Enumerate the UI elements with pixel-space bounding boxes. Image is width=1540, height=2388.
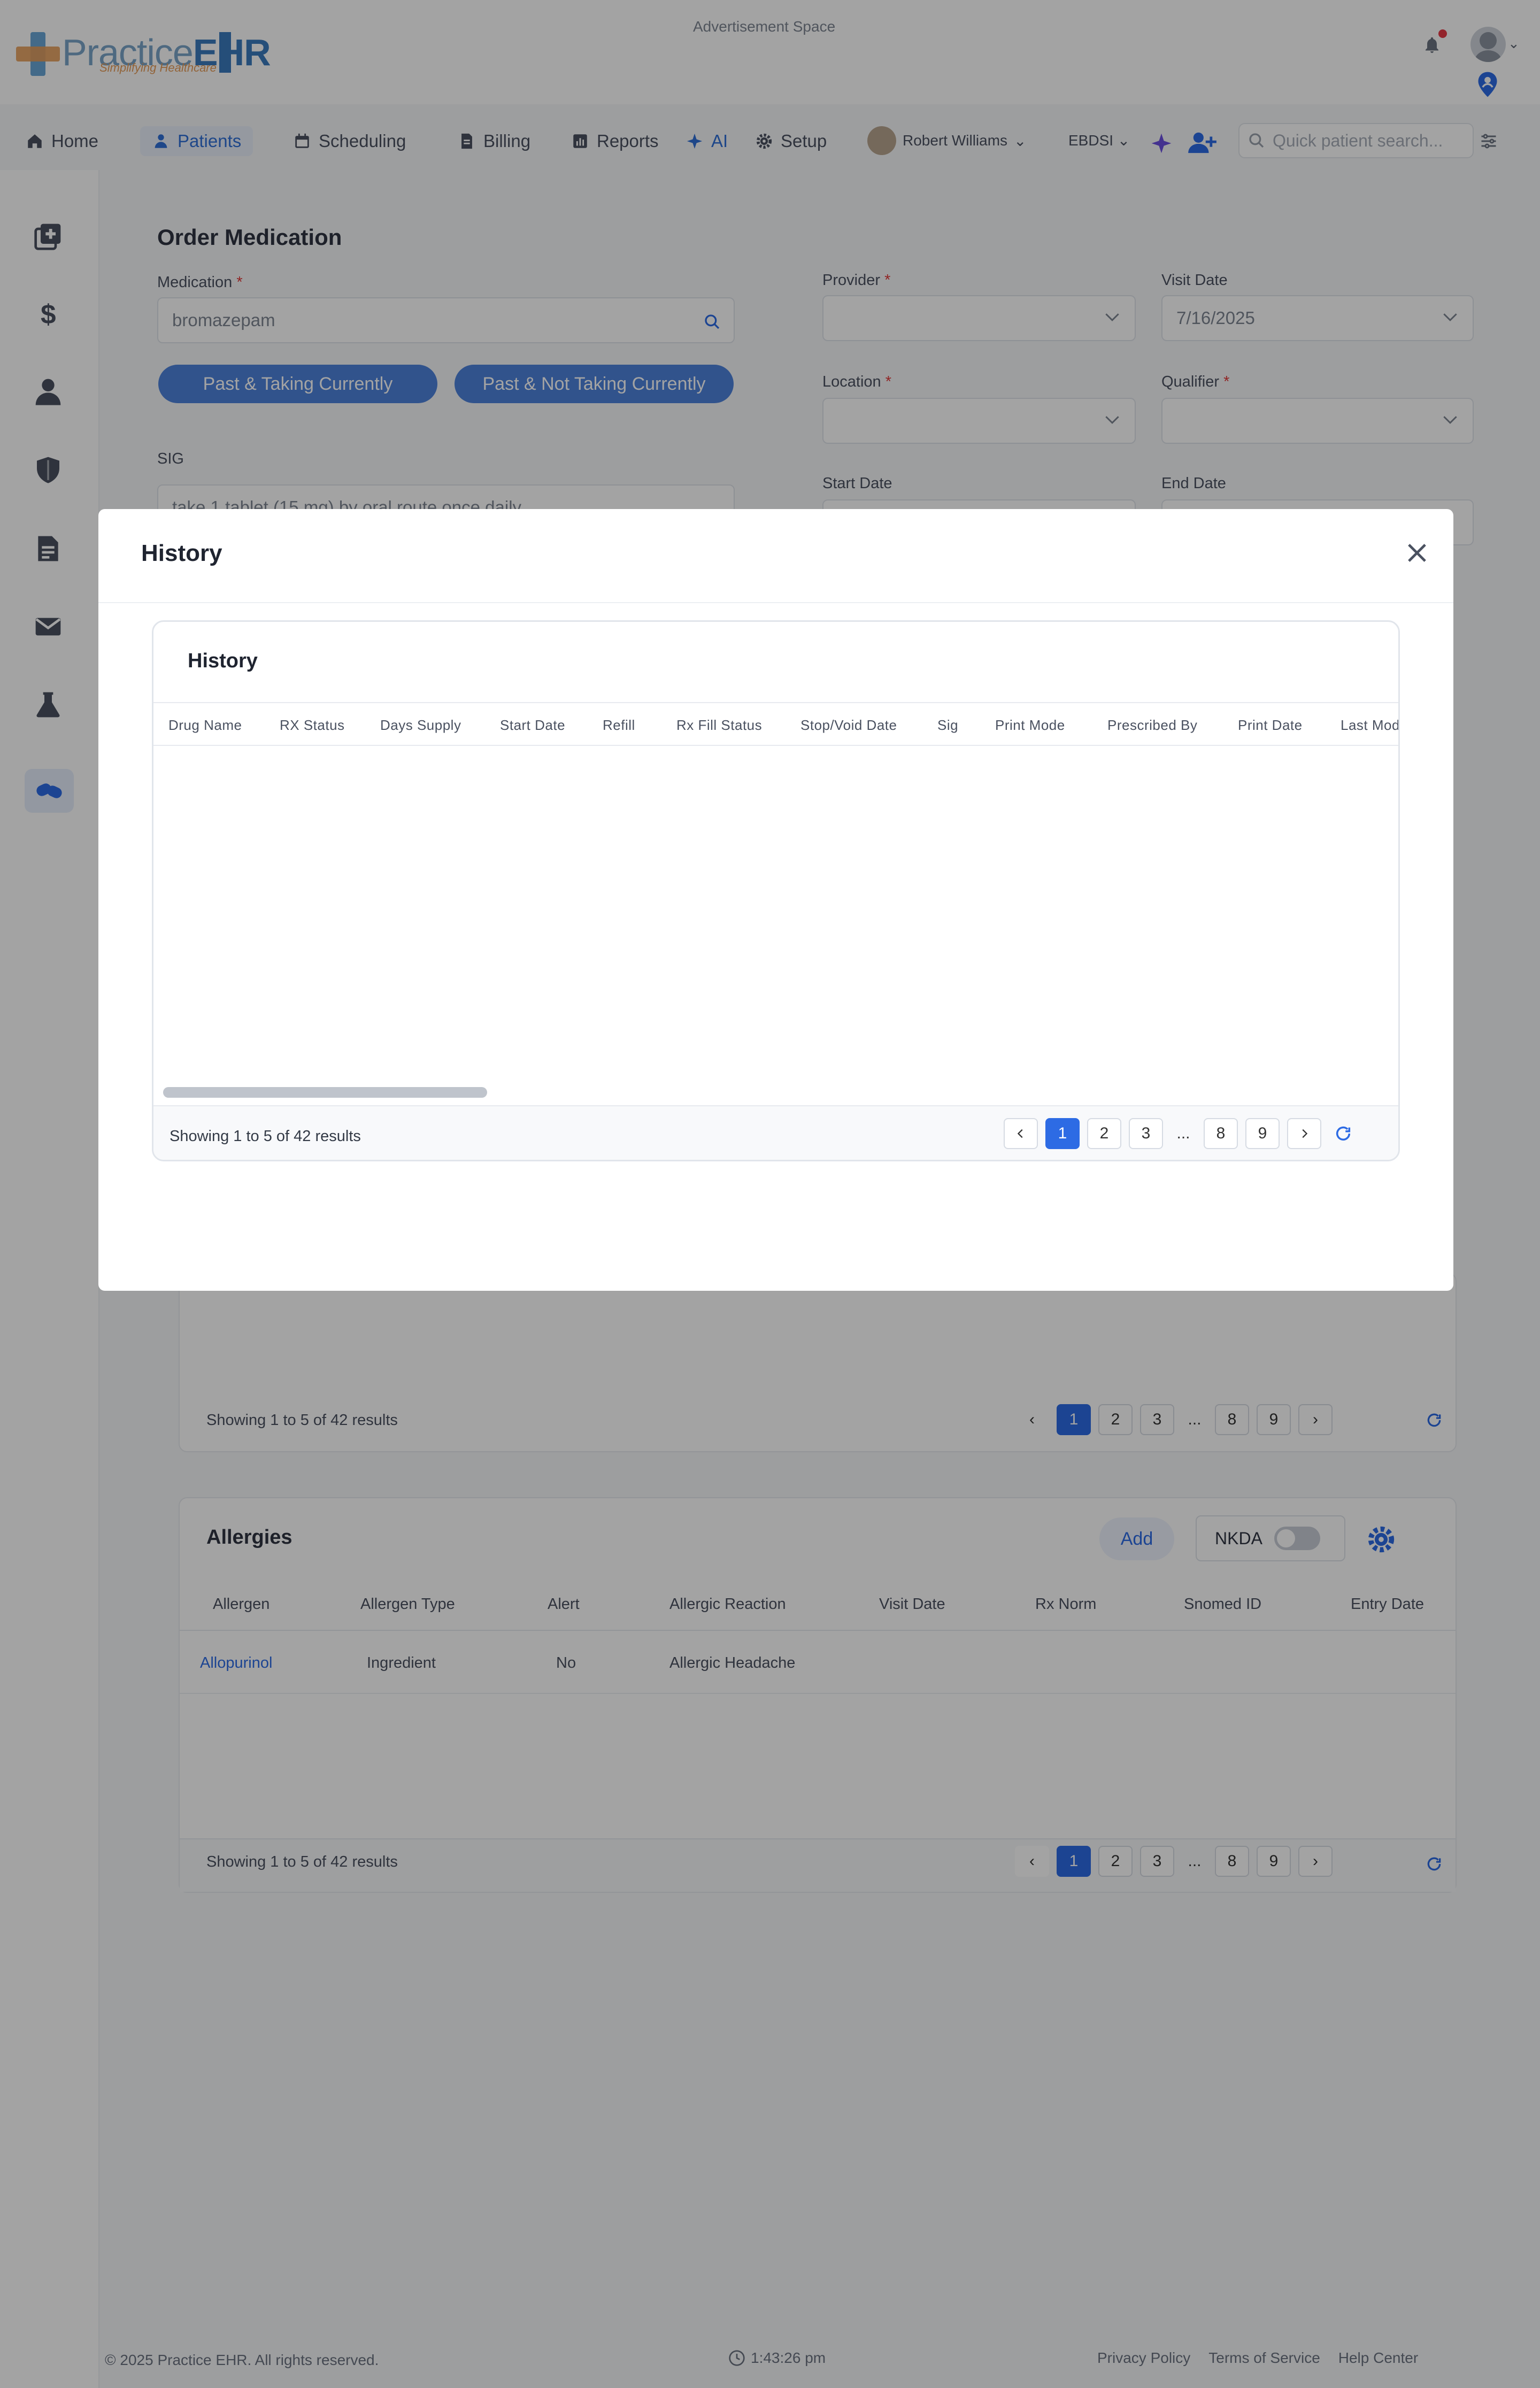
modal-divider: [98, 602, 1453, 603]
modal-title: History: [141, 540, 222, 566]
page-button[interactable]: 9: [1245, 1118, 1280, 1149]
history-modal: History History Drug Name RX Status Days…: [98, 509, 1453, 1291]
col-refill[interactable]: Refill: [603, 717, 635, 734]
chevron-left-icon: [1017, 1129, 1023, 1138]
col-sig[interactable]: Sig: [937, 717, 958, 734]
page-button[interactable]: 1: [1045, 1118, 1080, 1149]
horizontal-scrollbar[interactable]: [163, 1087, 487, 1098]
page-button[interactable]: 2: [1087, 1118, 1121, 1149]
prev-page-button[interactable]: [1004, 1118, 1038, 1149]
history-pagination: 1 2 3 ... 8 9: [1004, 1118, 1352, 1149]
col-start-date[interactable]: Start Date: [500, 717, 565, 734]
history-card: History Drug Name RX Status Days Supply …: [152, 620, 1400, 1161]
close-icon[interactable]: [1403, 539, 1431, 567]
history-showing-text: Showing 1 to 5 of 42 results: [170, 1128, 361, 1145]
col-prescribed-by[interactable]: Prescribed By: [1107, 717, 1197, 734]
page-ellipsis: ...: [1176, 1124, 1190, 1142]
col-drug-name[interactable]: Drug Name: [168, 717, 242, 734]
col-stop-void-date[interactable]: Stop/Void Date: [800, 717, 897, 734]
col-last-mod[interactable]: Last Mod: [1341, 717, 1398, 734]
chevron-right-icon: [1302, 1129, 1308, 1138]
history-card-title: History: [188, 650, 258, 672]
page-button[interactable]: 3: [1129, 1118, 1163, 1149]
next-page-button[interactable]: [1287, 1118, 1321, 1149]
col-print-mode[interactable]: Print Mode: [995, 717, 1065, 734]
refresh-icon[interactable]: [1334, 1124, 1352, 1143]
col-rx-fill-status[interactable]: Rx Fill Status: [676, 717, 762, 734]
page-button[interactable]: 8: [1204, 1118, 1238, 1149]
col-print-date[interactable]: Print Date: [1238, 717, 1303, 734]
col-rx-status[interactable]: RX Status: [280, 717, 345, 734]
history-header-row: Drug Name RX Status Days Supply Start Da…: [153, 703, 1398, 746]
history-footer: Showing 1 to 5 of 42 results 1 2 3 ... 8…: [153, 1105, 1398, 1160]
col-days-supply[interactable]: Days Supply: [380, 717, 461, 734]
